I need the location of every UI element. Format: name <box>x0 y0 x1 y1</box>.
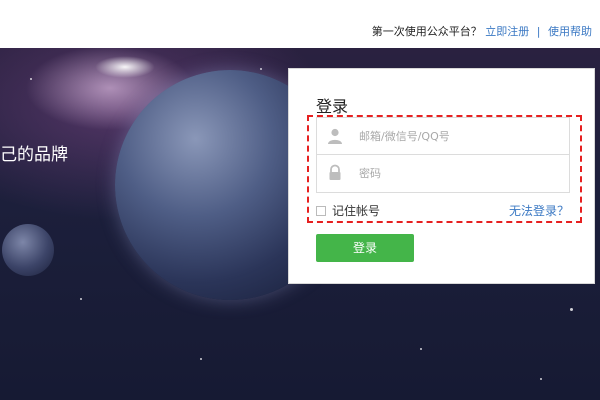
first-time-text: 第一次使用公众平台？ <box>371 25 482 38</box>
lock-icon <box>326 164 344 182</box>
help-link[interactable]: 使用帮助 <box>548 25 592 38</box>
top-bar: 第一次使用公众平台？ 立即注册 | 使用帮助 <box>0 0 600 48</box>
checkbox-box[interactable] <box>316 205 326 216</box>
register-link[interactable]: 立即注册 <box>485 25 529 38</box>
cannot-login-link[interactable]: 无法登录？ <box>509 202 569 219</box>
link-separator: | <box>536 25 541 38</box>
topbar-links: 第一次使用公众平台？ 立即注册 | 使用帮助 <box>372 23 592 39</box>
password-input[interactable] <box>359 163 559 183</box>
username-field[interactable] <box>316 117 570 155</box>
small-planet-image <box>2 224 54 276</box>
remember-account-checkbox[interactable]: 记住帐号 <box>316 202 380 219</box>
light-flare <box>95 56 155 78</box>
hero-slogan: 己的品牌 <box>0 145 68 165</box>
user-icon <box>326 127 344 145</box>
login-panel: 登录 记住帐号 无法登录？ 登录 <box>288 68 595 284</box>
login-button[interactable]: 登录 <box>316 234 414 262</box>
password-field[interactable] <box>316 155 570 193</box>
login-title: 登录 <box>316 97 349 116</box>
username-input[interactable] <box>359 126 559 146</box>
remember-label: 记住帐号 <box>332 204 381 218</box>
